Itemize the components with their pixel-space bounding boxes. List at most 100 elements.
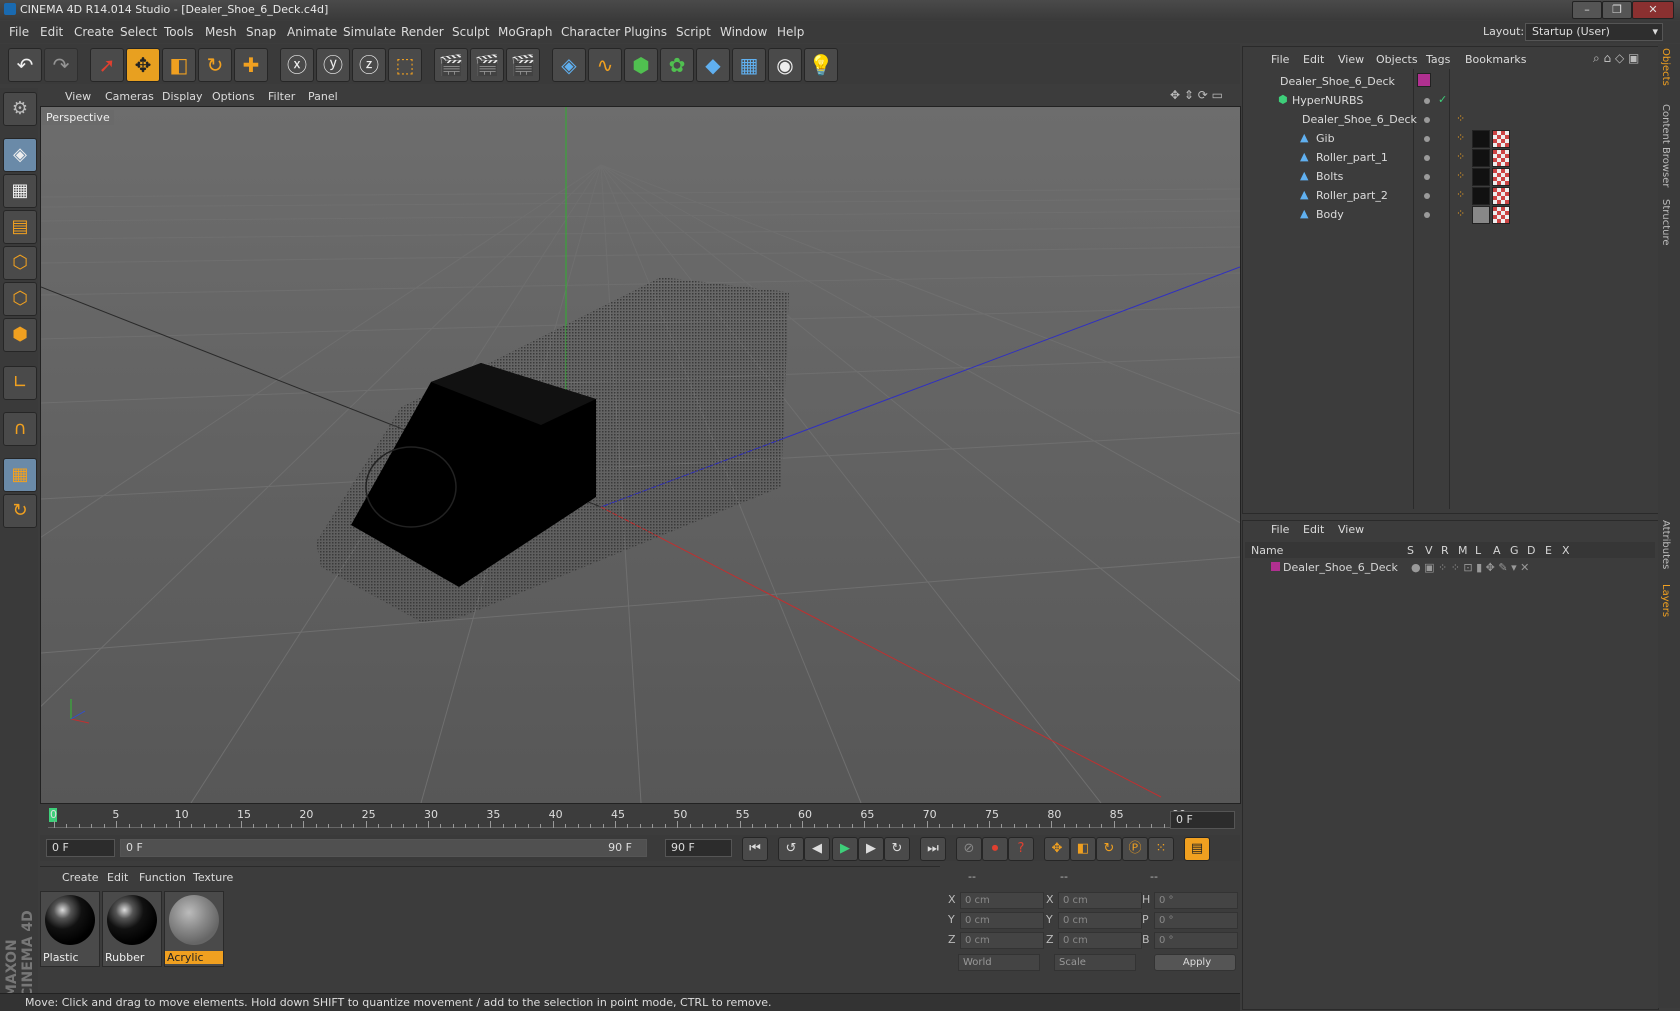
move-button[interactable]: ✥ — [126, 48, 160, 82]
cube-button[interactable]: ◈ — [552, 48, 586, 82]
frame-range-slider[interactable]: 0 F 90 F — [120, 839, 647, 857]
texture-mode-button[interactable]: ▦ — [3, 174, 37, 208]
texture-tag[interactable] — [1492, 149, 1510, 167]
vp-menu-panel[interactable]: Panel — [308, 90, 338, 103]
prev-frame-button[interactable]: ◀ — [804, 837, 830, 861]
key-param-button[interactable]: Ⓟ — [1122, 837, 1148, 861]
layer-row[interactable]: Dealer_Shoe_6_Deck ● ▣ ⁘ ⁘ ⊡ ▮ ✥ ✎ ▾ ✕ — [1245, 559, 1655, 575]
3d-viewport[interactable] — [40, 106, 1241, 804]
menu-create[interactable]: Create — [74, 25, 114, 39]
object-row[interactable]: ⬢ HyperNURBS ✓ — [1244, 91, 1656, 110]
position-x-field[interactable]: 0 cm — [960, 892, 1044, 909]
mat-menu-edit[interactable]: Edit — [107, 871, 128, 884]
material-tag[interactable] — [1472, 168, 1490, 186]
redo-button[interactable]: ↷ — [44, 48, 78, 82]
position-z-field[interactable]: 0 cm — [960, 932, 1044, 949]
texture-tag[interactable] — [1492, 130, 1510, 148]
size-x-field[interactable]: 0 cm — [1058, 892, 1142, 909]
maximize-button[interactable]: ❐ — [1602, 1, 1632, 19]
object-row[interactable]: ▲ Roller_part_1 ⁘ — [1244, 148, 1656, 167]
material-rubber[interactable]: Rubber — [102, 891, 162, 967]
phong-tag-icon[interactable]: ⁘ — [1456, 169, 1465, 182]
polygon-mode-button[interactable]: ⬢ — [3, 318, 37, 352]
coord-scale-select[interactable]: Scale — [1054, 954, 1136, 971]
material-acrylic[interactable]: Acrylic — [164, 891, 224, 967]
spline-button[interactable]: ∿ — [588, 48, 622, 82]
material-tag[interactable] — [1472, 206, 1490, 224]
make-editable-button[interactable]: ⚙ — [3, 92, 37, 126]
keyframe-selection-button[interactable]: ? — [1008, 837, 1034, 861]
vp-menu-filter[interactable]: Filter — [268, 90, 295, 103]
prev-key-button[interactable]: ↺ — [778, 837, 804, 861]
menu-render[interactable]: Render — [401, 25, 444, 39]
object-row[interactable]: ▲ Body ⁘ — [1244, 205, 1656, 224]
axis-mode-button[interactable]: ∟ — [3, 366, 37, 400]
object-row[interactable]: Dealer_Shoe_6_Deck — [1244, 72, 1656, 91]
light-button[interactable]: 💡 — [804, 48, 838, 82]
om-menu-file[interactable]: File — [1271, 53, 1289, 66]
key-pla-button[interactable]: ⁙ — [1148, 837, 1174, 861]
texture-tag[interactable] — [1492, 168, 1510, 186]
model-mode-button[interactable]: ◈ — [3, 138, 37, 172]
coordinate-system-button[interactable]: ⬚ — [388, 48, 422, 82]
coord-mode-select[interactable]: World — [958, 954, 1040, 971]
apply-button[interactable]: Apply — [1154, 954, 1236, 971]
menu-character[interactable]: Character — [561, 25, 620, 39]
mat-menu-texture[interactable]: Texture — [193, 871, 233, 884]
workplane-lock-button[interactable]: ▦ — [3, 458, 37, 492]
menu-snap[interactable]: Snap — [246, 25, 276, 39]
start-frame-field[interactable]: 0 F — [46, 839, 115, 857]
layer-toggle-icons[interactable]: ● ▣ ⁘ ⁘ ⊡ ▮ ✥ ✎ ▾ ✕ — [1411, 561, 1529, 574]
tab-structure[interactable]: Structure — [1660, 199, 1671, 246]
next-frame-button[interactable]: ▶ — [858, 837, 884, 861]
render-picture-viewer-button[interactable]: 🎬 — [470, 48, 504, 82]
play-button[interactable]: ▶ — [832, 837, 858, 861]
vp-menu-cameras[interactable]: Cameras — [105, 90, 154, 103]
go-to-end-button[interactable]: ⏭ — [920, 837, 946, 861]
workplane-mode-button[interactable]: ▤ — [3, 210, 37, 244]
menu-select[interactable]: Select — [120, 25, 157, 39]
om-menu-edit[interactable]: Edit — [1303, 53, 1324, 66]
live-selection-button[interactable]: ➚ — [90, 48, 124, 82]
size-y-field[interactable]: 0 cm — [1058, 912, 1142, 929]
menu-file[interactable]: File — [9, 25, 29, 39]
tab-content-browser[interactable]: Content Browser — [1660, 104, 1671, 187]
mat-menu-create[interactable]: Create — [62, 871, 99, 884]
material-plastic[interactable]: Plastic — [40, 891, 100, 967]
scale-button[interactable]: ◧ — [162, 48, 196, 82]
phong-tag-icon[interactable]: ⁘ — [1456, 150, 1465, 163]
position-y-field[interactable]: 0 cm — [960, 912, 1044, 929]
menu-window[interactable]: Window — [720, 25, 767, 39]
array-button[interactable]: ✿ — [660, 48, 694, 82]
x-axis-button[interactable]: ⓧ — [280, 48, 314, 82]
om-menu-objects[interactable]: Objects — [1376, 53, 1418, 66]
rotation-h-field[interactable]: 0 ° — [1154, 892, 1238, 909]
object-row[interactable]: Dealer_Shoe_6_Deck ⁘ — [1244, 110, 1656, 129]
texture-tag[interactable] — [1492, 187, 1510, 205]
check-icon[interactable]: ✓ — [1438, 93, 1447, 106]
menu-help[interactable]: Help — [777, 25, 804, 39]
snap-button[interactable]: ∩ — [3, 412, 37, 446]
texture-tag[interactable] — [1492, 206, 1510, 224]
om-menu-bookmarks[interactable]: Bookmarks — [1465, 53, 1526, 66]
tab-layers[interactable]: Layers — [1660, 584, 1671, 617]
key-position-button[interactable]: ✥ — [1044, 837, 1070, 861]
rotation-b-field[interactable]: 0 ° — [1154, 932, 1238, 949]
floor-button[interactable]: ▦ — [732, 48, 766, 82]
current-frame-field[interactable]: 0 F — [1170, 811, 1235, 829]
key-scale-button[interactable]: ◧ — [1070, 837, 1096, 861]
menu-mograph[interactable]: MoGraph — [498, 25, 553, 39]
layer-color-swatch[interactable] — [1271, 562, 1280, 571]
phong-tag-icon[interactable]: ⁘ — [1456, 188, 1465, 201]
vp-menu-options[interactable]: Options — [212, 90, 254, 103]
menu-plugins[interactable]: Plugins — [624, 25, 667, 39]
material-tag[interactable] — [1472, 149, 1490, 167]
vp-menu-view[interactable]: View — [65, 90, 91, 103]
lm-menu-edit[interactable]: Edit — [1303, 523, 1324, 536]
size-z-field[interactable]: 0 cm — [1058, 932, 1142, 949]
edge-mode-button[interactable]: ⬡ — [3, 282, 37, 316]
phong-tag-icon[interactable]: ⁘ — [1456, 112, 1465, 125]
end-frame-field[interactable]: 90 F — [665, 839, 732, 857]
render-settings-button[interactable]: 🎬 — [506, 48, 540, 82]
rotate-button[interactable]: ↻ — [198, 48, 232, 82]
